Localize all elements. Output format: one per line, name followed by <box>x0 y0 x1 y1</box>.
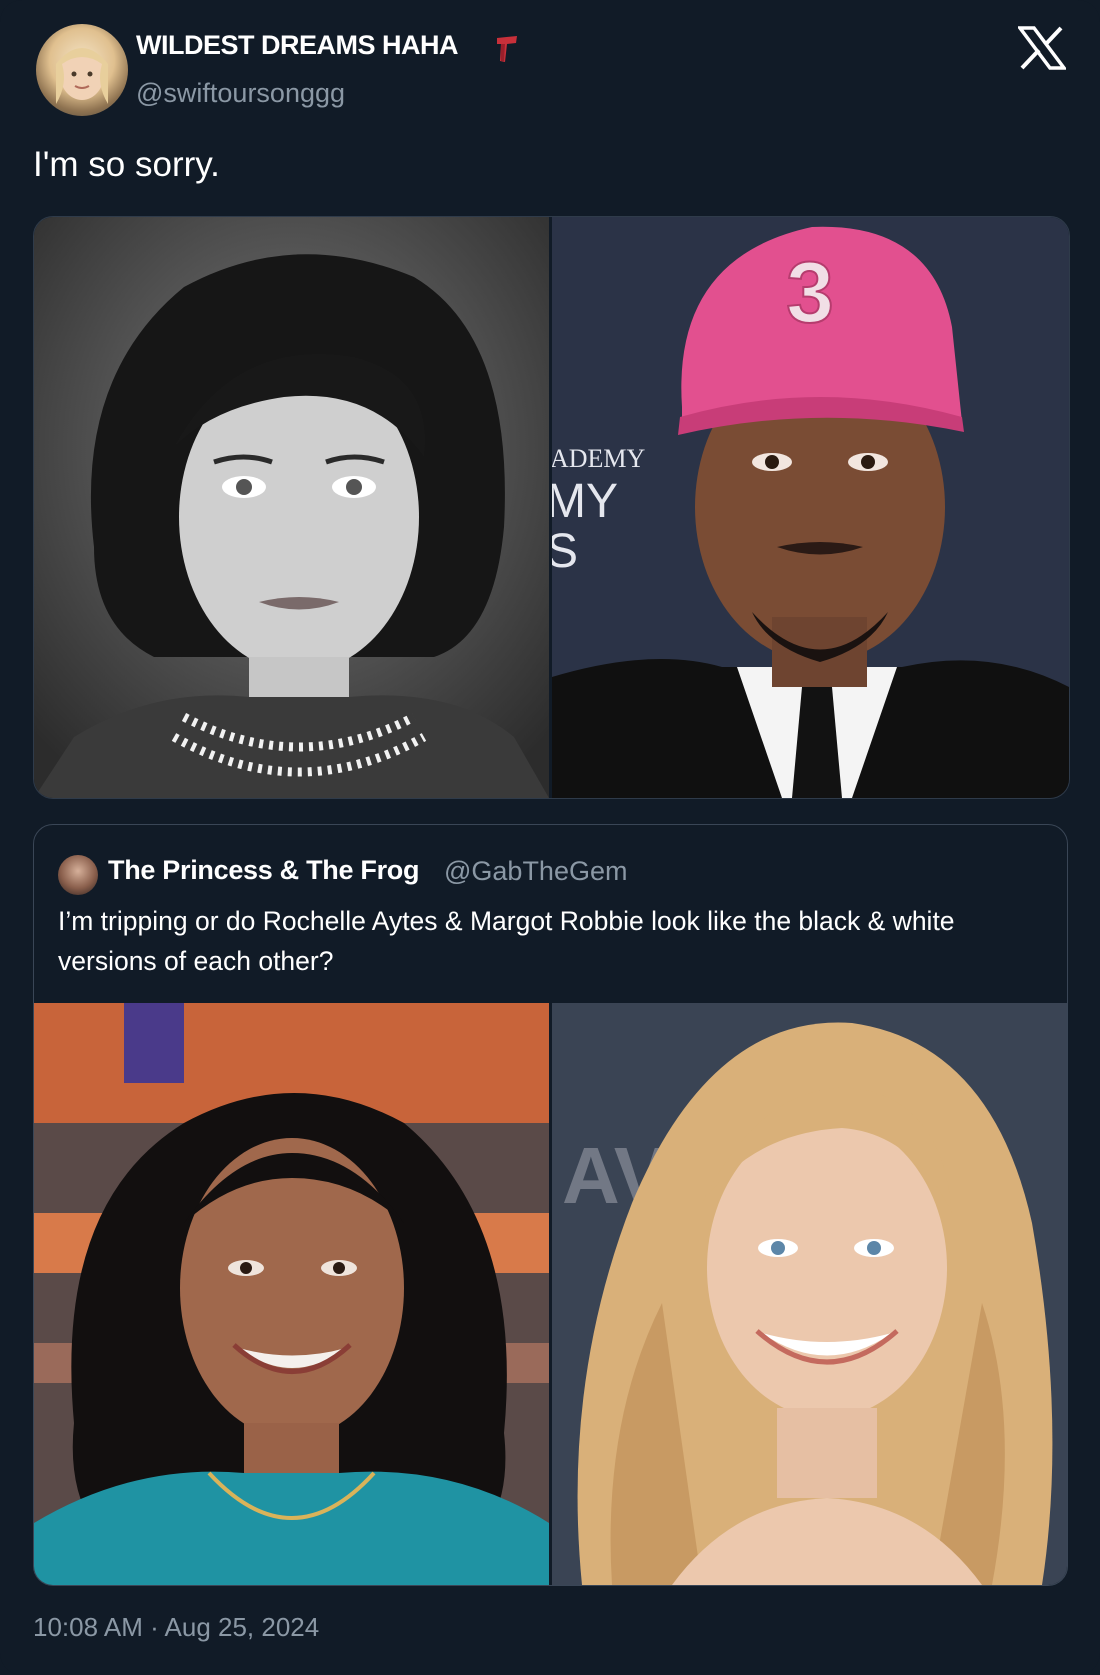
tweet-card: WILDEST DREAMS HAHA @swiftoursonggg I'm … <box>0 0 1100 1675</box>
quoted-author-handle[interactable]: @GabTheGem <box>444 856 627 887</box>
man-pink-cap-photo[interactable]: ADEMY MY S 3 <box>552 217 1069 798</box>
quoted-media-grid: AV <box>34 1003 1067 1585</box>
author-handle[interactable]: @swiftoursonggg <box>136 78 345 109</box>
author-avatar[interactable] <box>36 24 128 116</box>
red-scarf-emoji-icon <box>497 36 517 62</box>
backdrop-text-1: ADEMY <box>552 444 646 473</box>
blonde-woman-photo[interactable]: AV <box>552 1003 1067 1585</box>
bw-portrait-woman-photo[interactable] <box>34 217 549 798</box>
quoted-tweet[interactable]: The Princess & The Frog @GabTheGem I’m t… <box>33 824 1068 1586</box>
backdrop-text-2: MY <box>552 475 618 528</box>
author-name[interactable]: WILDEST DREAMS HAHA <box>136 30 459 61</box>
quoted-author-name[interactable]: The Princess & The Frog <box>108 855 419 886</box>
quoted-tweet-text: I’m tripping or do Rochelle Aytes & Marg… <box>58 906 955 976</box>
dark-hair-woman-photo[interactable] <box>34 1003 549 1585</box>
cap-number-text: 3 <box>786 245 834 341</box>
tweet-timestamp[interactable]: 10:08 AM · Aug 25, 2024 <box>33 1612 319 1643</box>
tweet-text: I'm so sorry. <box>33 145 220 184</box>
x-logo-icon[interactable] <box>1018 26 1066 70</box>
tweet-media-grid: ADEMY MY S 3 <box>33 216 1070 799</box>
backdrop-text-3: S <box>552 525 578 578</box>
quoted-author-avatar[interactable] <box>58 855 98 895</box>
